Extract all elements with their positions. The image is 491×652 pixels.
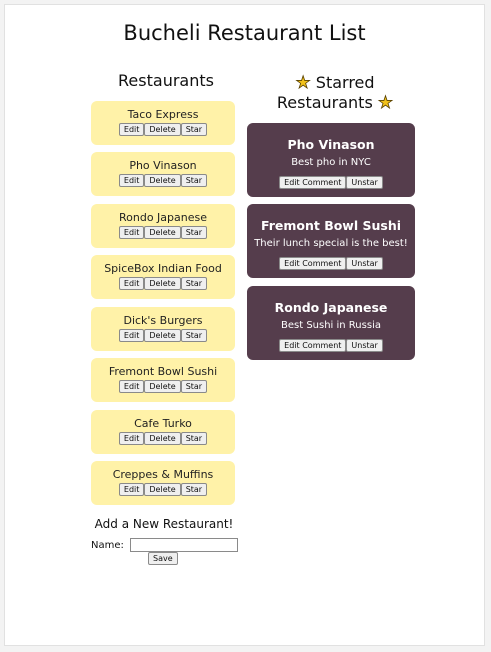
restaurant-card: Pho Vinason Edit Delete Star [91, 152, 235, 196]
starred-comment: Best Sushi in Russia [281, 320, 381, 331]
starred-restaurant-name: Fremont Bowl Sushi [260, 218, 402, 233]
restaurant-card: Cafe Turko Edit Delete Star [91, 410, 235, 454]
edit-button[interactable]: Edit [118, 226, 145, 239]
page-title: Bucheli Restaurant List [123, 21, 366, 45]
starred-card: Rondo Japanese Best Sushi in Russia Edit… [247, 286, 415, 360]
page: Bucheli Restaurant List Restaurants ★ St… [4, 4, 485, 646]
save-button[interactable]: Save [148, 552, 178, 565]
starred-heading-line2: Restaurants [276, 93, 373, 112]
edit-button[interactable]: Edit [118, 432, 145, 445]
restaurant-card: Fremont Bowl Sushi Edit Delete Star [91, 358, 235, 402]
delete-button[interactable]: Delete [144, 123, 181, 136]
delete-button[interactable]: Delete [144, 483, 181, 496]
edit-button[interactable]: Edit [118, 123, 145, 136]
restaurant-name: Fremont Bowl Sushi [108, 365, 218, 378]
star-button[interactable]: Star [180, 483, 208, 496]
delete-button[interactable]: Delete [144, 432, 181, 445]
star-button[interactable]: Star [180, 174, 208, 187]
edit-button[interactable]: Edit [118, 483, 145, 496]
starred-card: Fremont Bowl Sushi Their lunch special i… [247, 204, 415, 278]
star-button[interactable]: Star [180, 432, 208, 445]
restaurant-card: Taco Express Edit Delete Star [91, 101, 235, 145]
edit-comment-button[interactable]: Edit Comment [279, 339, 347, 352]
star-button[interactable]: Star [180, 277, 208, 290]
edit-comment-button[interactable]: Edit Comment [279, 176, 347, 189]
restaurant-name: Dick's Burgers [123, 314, 203, 327]
unstar-button[interactable]: Unstar [346, 176, 383, 189]
name-label: Name: [91, 540, 124, 551]
starred-heading-line1: Starred [315, 73, 375, 92]
starred-restaurant-name: Pho Vinason [287, 137, 375, 152]
edit-comment-button[interactable]: Edit Comment [279, 257, 347, 270]
unstar-button[interactable]: Unstar [346, 339, 383, 352]
edit-button[interactable]: Edit [118, 174, 145, 187]
starred-restaurant-name: Rondo Japanese [274, 300, 388, 315]
star-icon: ★ [295, 73, 311, 94]
restaurant-name: Cafe Turko [134, 417, 192, 430]
star-button[interactable]: Star [180, 329, 208, 342]
starred-comment: Their lunch special is the best! [254, 238, 408, 249]
star-button[interactable]: Star [180, 226, 208, 239]
delete-button[interactable]: Delete [144, 380, 181, 393]
delete-button[interactable]: Delete [144, 174, 181, 187]
delete-button[interactable]: Delete [144, 226, 181, 239]
restaurant-name: Pho Vinason [129, 159, 197, 172]
star-button[interactable]: Star [180, 123, 208, 136]
restaurant-name: Taco Express [127, 108, 199, 121]
restaurant-card: SpiceBox Indian Food Edit Delete Star [91, 255, 235, 299]
name-input[interactable] [130, 538, 239, 552]
name-row: Name: [91, 538, 239, 552]
starred-heading: ★ Starred Restaurants ★ [245, 73, 425, 114]
unstar-button[interactable]: Unstar [346, 257, 383, 270]
restaurant-name: SpiceBox Indian Food [104, 262, 222, 275]
restaurant-name: Creppes & Muffins [112, 468, 214, 481]
restaurant-card: Dick's Burgers Edit Delete Star [91, 307, 235, 351]
star-icon: ★ [377, 93, 394, 114]
restaurant-card: Creppes & Muffins Edit Delete Star [91, 461, 235, 505]
add-restaurant-heading: Add a New Restaurant! [94, 517, 234, 531]
edit-button[interactable]: Edit [118, 329, 145, 342]
star-button[interactable]: Star [180, 380, 208, 393]
restaurants-heading: Restaurants [118, 71, 214, 90]
restaurant-name: Rondo Japanese [118, 211, 207, 224]
delete-button[interactable]: Delete [144, 329, 181, 342]
restaurant-card: Rondo Japanese Edit Delete Star [91, 204, 235, 248]
delete-button[interactable]: Delete [144, 277, 181, 290]
starred-card: Pho Vinason Best pho in NYC Edit Comment… [247, 123, 415, 197]
edit-button[interactable]: Edit [118, 277, 145, 290]
edit-button[interactable]: Edit [118, 380, 145, 393]
starred-comment: Best pho in NYC [291, 157, 371, 168]
